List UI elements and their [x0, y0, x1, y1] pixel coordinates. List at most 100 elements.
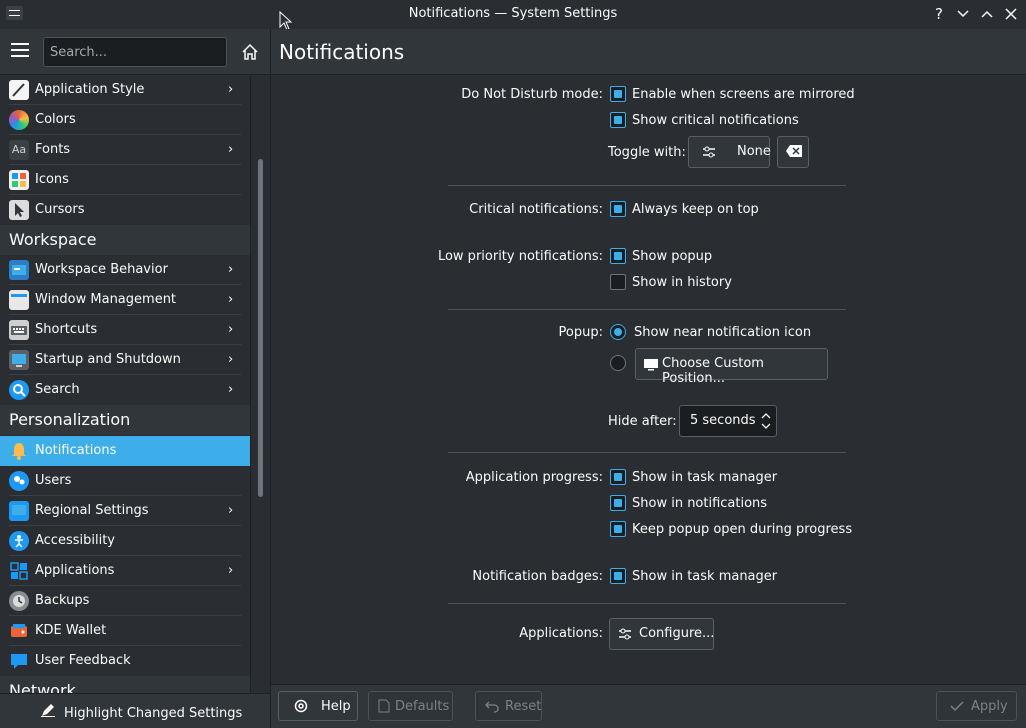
home-icon[interactable]	[240, 42, 260, 62]
sidebar-list: Application Style › Colors Aa Fonts › Ic…	[0, 75, 250, 693]
dnd-critical-checkbox[interactable]	[610, 112, 626, 128]
feedback-icon	[9, 651, 29, 671]
section-header-workspace: Workspace	[0, 225, 250, 255]
chevron-right-icon: ›	[228, 503, 234, 518]
progress-keep-checkbox[interactable]	[610, 521, 626, 537]
wallet-icon	[9, 621, 29, 641]
sidebar-item-label: KDE Wallet	[35, 623, 107, 638]
sidebar-item-applications[interactable]: Applications ›	[0, 556, 250, 586]
sidebar-item-cursors[interactable]: Cursors	[0, 195, 250, 225]
help-icon[interactable]: ?	[929, 4, 949, 24]
chevron-right-icon: ›	[228, 262, 234, 277]
sidebar-item-colors[interactable]: Colors	[0, 105, 250, 135]
progress-label: Application progress:	[465, 470, 603, 485]
sidebar-item-regional-settings[interactable]: Regional Settings ›	[0, 496, 250, 526]
sidebar-item-application-style[interactable]: Application Style ›	[0, 75, 250, 105]
spin-arrows-icon[interactable]	[761, 411, 771, 431]
main-content: Notifications Do Not Disturb mode: Enabl…	[271, 29, 1026, 728]
help-button[interactable]: Help	[278, 691, 358, 721]
startup-icon	[9, 350, 29, 370]
low-popup-checkbox[interactable]	[610, 248, 626, 264]
sidebar-item-label: Backups	[35, 593, 90, 608]
badges-task-checkbox[interactable]	[610, 568, 626, 584]
checkmark-icon	[950, 699, 964, 717]
chevron-right-icon: ›	[228, 322, 234, 337]
pen-icon	[40, 703, 56, 721]
hamburger-menu-icon[interactable]	[11, 43, 31, 61]
main-header: Notifications	[271, 29, 1026, 75]
window-title: Notifications — System Settings	[408, 6, 618, 21]
section-header-network: Network	[0, 676, 250, 693]
critical-ontop-checkbox[interactable]	[610, 201, 626, 217]
low-history-checkbox[interactable]	[610, 274, 626, 290]
monitor-icon	[643, 356, 659, 372]
low-history-label: Show in history	[632, 275, 732, 290]
popup-custom-radio[interactable]	[610, 355, 626, 371]
apply-button[interactable]: Apply	[936, 691, 1017, 721]
sidebar-item-label: Workspace Behavior	[35, 262, 168, 277]
close-icon[interactable]	[1001, 4, 1021, 24]
sliders-icon	[617, 626, 633, 642]
sidebar-item-startup-shutdown[interactable]: Startup and Shutdown ›	[0, 345, 250, 375]
chevron-right-icon: ›	[228, 563, 234, 578]
sidebar-item-window-management[interactable]: Window Management ›	[0, 285, 250, 315]
chevron-right-icon: ›	[228, 352, 234, 367]
sidebar-item-backups[interactable]: Backups	[0, 586, 250, 616]
critical-ontop-label: Always keep on top	[632, 202, 759, 217]
progress-task-checkbox[interactable]	[610, 469, 626, 485]
badges-label: Notification badges:	[472, 569, 603, 584]
progress-notif-checkbox[interactable]	[610, 495, 626, 511]
applications-icon	[9, 561, 29, 581]
reset-button[interactable]: Reset	[475, 691, 542, 721]
sidebar-item-fonts[interactable]: Aa Fonts ›	[0, 135, 250, 165]
footer-bar: Help Defaults Reset Apply	[271, 684, 1026, 728]
regional-icon	[9, 501, 29, 521]
defaults-button[interactable]: Defaults	[368, 691, 453, 721]
applications-label: Applications:	[519, 626, 603, 641]
clear-shortcut-button[interactable]	[777, 136, 809, 168]
search-input[interactable]: Search...	[43, 37, 227, 67]
sidebar-item-label: User Feedback	[35, 653, 131, 668]
color-wheel-icon	[9, 110, 29, 130]
sidebar-item-user-feedback[interactable]: User Feedback	[0, 646, 250, 676]
sidebar-item-kde-wallet[interactable]: KDE Wallet	[0, 616, 250, 646]
sidebar-item-shortcuts[interactable]: Shortcuts ›	[0, 315, 250, 345]
configure-button[interactable]: Configure...	[609, 618, 714, 650]
sidebar-item-accessibility[interactable]: Accessibility	[0, 526, 250, 556]
sidebar-item-label: Fonts	[35, 142, 71, 157]
maximize-icon[interactable]	[977, 4, 997, 24]
dnd-critical-label: Show critical notifications	[632, 113, 799, 128]
dnd-label: Do Not Disturb mode:	[461, 87, 603, 102]
choose-custom-position-button[interactable]: Choose Custom Position...	[635, 348, 828, 386]
sidebar-item-icons[interactable]: Icons	[0, 165, 250, 195]
low-popup-label: Show popup	[632, 249, 713, 264]
sidebar-item-label: Startup and Shutdown	[35, 352, 181, 367]
highlight-changed-button[interactable]: Highlight Changed Settings	[40, 703, 242, 721]
badges-task-label: Show in task manager	[632, 569, 778, 584]
sidebar-item-users[interactable]: Users	[0, 466, 250, 496]
dnd-mirrored-checkbox[interactable]	[610, 86, 626, 102]
keyboard-icon	[9, 320, 29, 340]
sidebar-item-label: Application Style	[35, 82, 145, 97]
page-title: Notifications	[279, 40, 405, 64]
mouse-cursor-icon	[279, 11, 293, 31]
chevron-right-icon: ›	[228, 382, 234, 397]
cursor-icon	[9, 200, 29, 220]
sidebar-toolbar: Search...	[0, 29, 270, 75]
brush-icon	[9, 80, 29, 100]
toggle-with-label: Toggle with:	[608, 145, 686, 160]
separator	[448, 309, 846, 310]
sidebar-scroll-thumb[interactable]	[258, 159, 263, 497]
minimize-icon[interactable]	[953, 4, 973, 24]
popup-near-radio[interactable]	[610, 324, 626, 340]
hide-after-spinbox[interactable]: 5 seconds	[679, 405, 777, 437]
bell-icon	[9, 441, 29, 461]
sidebar: Search... Application Style › Colors Aa …	[0, 29, 270, 728]
sidebar-item-workspace-behavior[interactable]: Workspace Behavior ›	[0, 255, 250, 285]
chevron-right-icon: ›	[228, 292, 234, 307]
sidebar-item-search[interactable]: Search ›	[0, 375, 250, 405]
sidebar-item-label: Window Management	[35, 292, 177, 307]
icons-grid-icon	[9, 170, 29, 190]
toggle-shortcut-button[interactable]: None	[688, 136, 771, 168]
sidebar-item-notifications[interactable]: Notifications	[0, 436, 250, 466]
